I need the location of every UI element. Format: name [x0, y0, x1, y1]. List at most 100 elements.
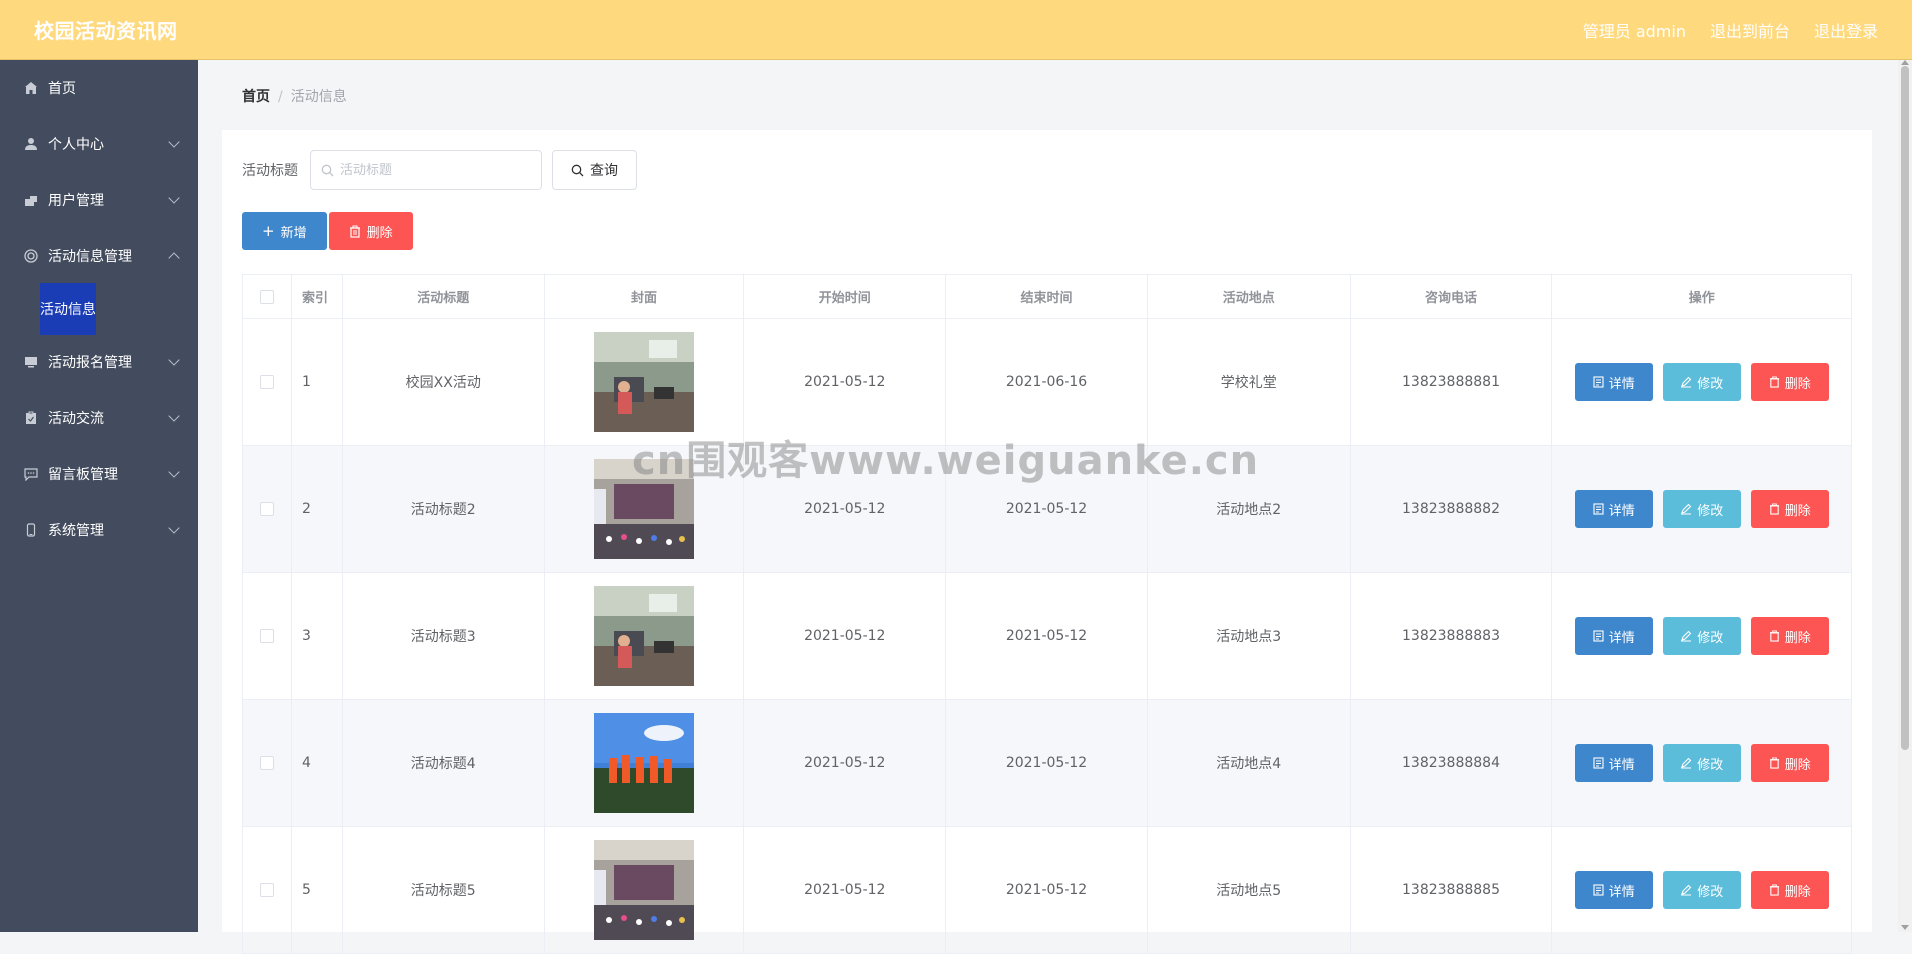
- detail-button-label: 详情: [1608, 503, 1635, 519]
- delete-button[interactable]: 删除: [1750, 490, 1829, 528]
- delete-button-label: 删除: [1784, 503, 1811, 519]
- breadcrumb: 首页 / 活动信息: [242, 86, 347, 106]
- cover-image[interactable]: [594, 332, 695, 432]
- edit-button[interactable]: 修改: [1662, 744, 1741, 782]
- trash-icon: [349, 225, 360, 238]
- edit-button-label: 修改: [1697, 884, 1724, 900]
- document-icon: [1593, 884, 1604, 896]
- delete-button[interactable]: 删除: [1750, 363, 1829, 401]
- row-title: 活动标题3: [343, 573, 545, 699]
- sidebar-item-label: 活动交流: [48, 411, 104, 427]
- header-cover: 封面: [545, 275, 745, 318]
- sidebar-item-user-management[interactable]: 用户管理: [0, 172, 198, 228]
- table-row: 4 活动标题4 2021-05-12 2021-05-12 活动地点4 138238888…: [243, 700, 1851, 827]
- admin-label: 管理员 admin: [1582, 21, 1686, 41]
- sidebar-item-message-board[interactable]: 留言板管理: [0, 446, 198, 502]
- cover-image[interactable]: [594, 459, 695, 559]
- row-checkbox[interactable]: [259, 629, 274, 643]
- sidebar-item-home[interactable]: 首页: [0, 60, 198, 116]
- row-checkbox[interactable]: [259, 756, 274, 770]
- table-header-row: 索引 活动标题 封面 开始时间 结束时间 活动地点 咨询电话 操作: [243, 275, 1851, 319]
- sidebar-item-label: 个人中心: [48, 137, 104, 153]
- message-icon: [24, 468, 38, 481]
- select-all-checkbox[interactable]: [259, 289, 274, 304]
- document-icon: [1593, 630, 1604, 642]
- row-checkbox[interactable]: [259, 375, 274, 389]
- cover-image[interactable]: [594, 840, 695, 940]
- detail-button[interactable]: 详情: [1574, 744, 1653, 782]
- site-brand[interactable]: 校园活动资讯网: [34, 15, 178, 44]
- row-checkbox[interactable]: [259, 883, 274, 897]
- edit-button[interactable]: 修改: [1662, 363, 1741, 401]
- detail-button-label: 详情: [1608, 376, 1635, 392]
- row-index: 1: [292, 319, 343, 445]
- row-select-cell[interactable]: [243, 319, 292, 445]
- search-input-wrapper[interactable]: [310, 150, 542, 190]
- row-phone: 13823888884: [1351, 700, 1553, 826]
- row-select-cell[interactable]: [243, 446, 292, 572]
- sidebar-item-registration-management[interactable]: 活动报名管理: [0, 334, 198, 390]
- delete-button[interactable]: 删除: [1750, 871, 1829, 909]
- chevron-up-icon: [168, 252, 180, 264]
- row-start-time: 2021-05-12: [744, 573, 947, 699]
- document-icon: [1593, 757, 1604, 769]
- query-button[interactable]: 查询: [552, 150, 637, 190]
- breadcrumb-current: 活动信息: [290, 89, 347, 105]
- detail-button-label: 详情: [1608, 884, 1635, 900]
- row-title: 活动标题2: [343, 446, 545, 572]
- scroll-down-arrow-icon[interactable]: [1901, 925, 1909, 930]
- add-button[interactable]: + 新增: [242, 212, 327, 250]
- row-select-cell[interactable]: [243, 573, 292, 699]
- row-title: 校园XX活动: [343, 319, 545, 445]
- row-place: 活动地点2: [1148, 446, 1351, 572]
- edit-button[interactable]: 修改: [1662, 617, 1741, 655]
- sidebar-item-system-management[interactable]: 系统管理: [0, 502, 198, 558]
- sidebar-subitem-activity-info[interactable]: 活动信息: [0, 283, 198, 335]
- header-start-time: 开始时间: [744, 275, 947, 318]
- row-start-time: 2021-05-12: [744, 700, 947, 826]
- delete-button-label: 删除: [1784, 376, 1811, 392]
- row-end-time: 2021-06-16: [946, 319, 1148, 445]
- sidebar-item-personal-center[interactable]: 个人中心: [0, 116, 198, 172]
- detail-button[interactable]: 详情: [1574, 490, 1653, 528]
- row-operations: 详情 修改 删除: [1552, 700, 1851, 826]
- trash-icon: [1769, 630, 1779, 642]
- delete-button[interactable]: 删除: [1750, 617, 1829, 655]
- cover-image[interactable]: [594, 586, 695, 686]
- row-select-cell[interactable]: [243, 827, 292, 953]
- row-start-time: 2021-05-12: [744, 827, 947, 953]
- detail-button-label: 详情: [1608, 757, 1635, 773]
- sidebar-item-activity-info-management[interactable]: 活动信息管理: [0, 228, 198, 284]
- delete-button[interactable]: 删除: [1750, 744, 1829, 782]
- back-to-front-link[interactable]: 退出到前台: [1710, 18, 1790, 42]
- header-select-all[interactable]: [243, 275, 292, 318]
- breadcrumb-home[interactable]: 首页: [242, 89, 270, 105]
- sidebar-item-activity-exchange[interactable]: 活动交流: [0, 390, 198, 446]
- logout-link[interactable]: 退出登录: [1814, 18, 1878, 42]
- scroll-thumb[interactable]: [1901, 66, 1909, 750]
- search-row: 活动标题 查询: [242, 150, 637, 190]
- clipboard-icon: [26, 411, 36, 424]
- row-end-time: 2021-05-12: [946, 700, 1148, 826]
- edit-button[interactable]: 修改: [1662, 871, 1741, 909]
- edit-icon: [1681, 630, 1692, 642]
- detail-button[interactable]: 详情: [1574, 363, 1653, 401]
- sidebar: 首页 个人中心 用户管理 活动信息管理 活动信息 活动报名管理 活动交流 留言板…: [0, 60, 198, 932]
- cover-image[interactable]: [594, 713, 695, 813]
- row-cover-cell: [545, 573, 745, 699]
- home-icon: [25, 82, 37, 94]
- document-icon: [1593, 503, 1604, 515]
- detail-button[interactable]: 详情: [1574, 871, 1653, 909]
- search-icon: [571, 164, 584, 176]
- scroll-up-arrow-icon[interactable]: [1901, 60, 1909, 65]
- detail-button[interactable]: 详情: [1574, 617, 1653, 655]
- row-index: 5: [292, 827, 343, 953]
- search-input[interactable]: [340, 162, 530, 178]
- row-checkbox[interactable]: [259, 502, 274, 516]
- batch-delete-button[interactable]: 删除: [328, 212, 413, 250]
- row-cover-cell: [545, 319, 745, 445]
- page-scrollbar[interactable]: [1898, 60, 1912, 932]
- edit-button[interactable]: 修改: [1662, 490, 1741, 528]
- trash-icon: [1769, 884, 1779, 896]
- row-select-cell[interactable]: [243, 700, 292, 826]
